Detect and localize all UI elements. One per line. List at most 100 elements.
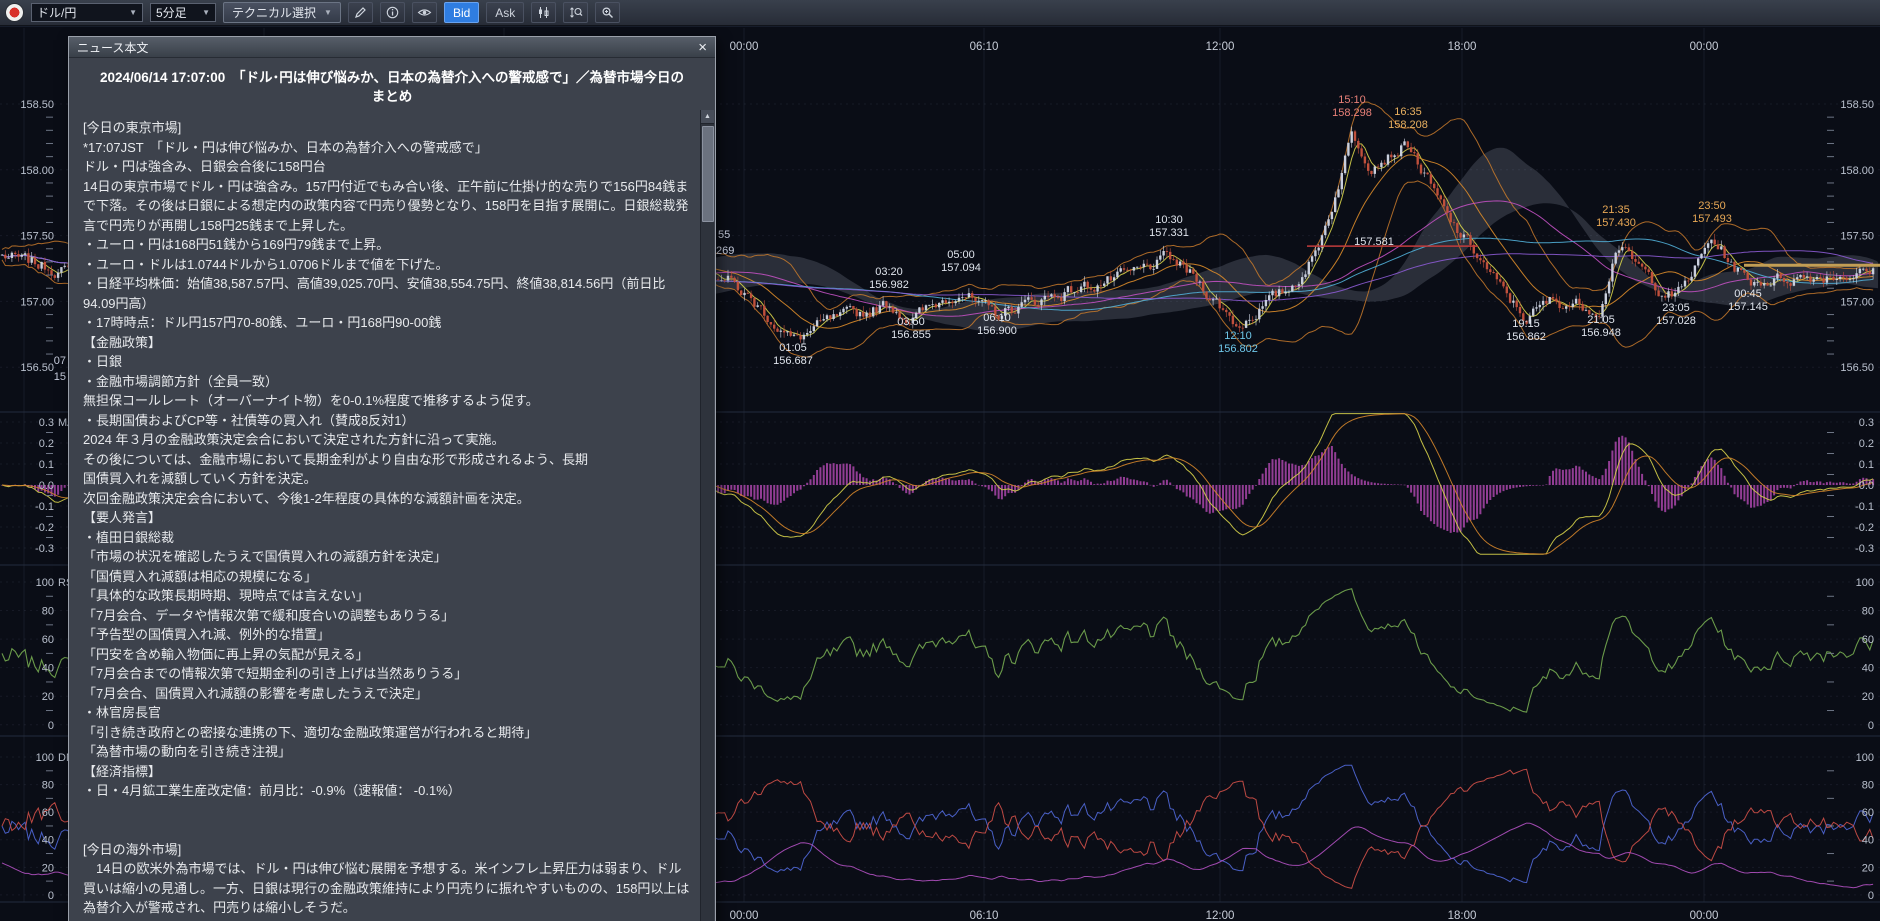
axis-label: 158.50 [1840, 99, 1874, 111]
axis-label: -0.1 [1855, 501, 1874, 513]
chart-annotation-time: 23:05 [1662, 302, 1690, 314]
currency-pair-value: ドル/円 [37, 4, 76, 21]
chart-annotation-time: 01:05 [779, 342, 807, 354]
vertical-zoom-icon [569, 6, 583, 19]
trading-app-window: ドル/円 ▼ 5分足 ▼ テクニカル選択 ▼ Bid Ask [0, 0, 1880, 921]
time-axis-label: 06:10 [970, 910, 999, 921]
chart-annotation-price: 157.581 [1354, 236, 1394, 248]
axis-label: -0.3 [35, 543, 54, 555]
axis-label: 100 [36, 752, 54, 764]
vertical-zoom-button[interactable] [563, 2, 588, 23]
axis-label: 158.00 [1840, 165, 1874, 177]
chart-annotation-price: 156.982 [869, 279, 909, 291]
news-window-title: ニュース本文 [77, 39, 148, 56]
axis-label: 158.00 [20, 165, 54, 177]
info-icon [386, 6, 399, 19]
technical-select-button[interactable]: テクニカル選択 ▼ [223, 2, 341, 23]
axis-label: 40 [42, 835, 54, 847]
axis-label: 0.2 [1859, 438, 1874, 450]
chart-annotation-fragment: 15 [54, 371, 66, 383]
axis-label: -0.2 [1855, 522, 1874, 534]
chevron-down-icon: ▼ [129, 8, 137, 17]
axis-label: 0.3 [39, 417, 54, 429]
candlestick-chart-icon [537, 6, 550, 19]
chart-annotation-price: 157.028 [1656, 315, 1696, 327]
instrument-flag-icon [5, 3, 24, 22]
news-body-text: [今日の東京市場] *17:07JST 「ドル・円は伸び悩みか、日本の為替介入へ… [83, 118, 693, 921]
axis-label: 0.1 [39, 459, 54, 471]
chevron-down-icon: ▼ [202, 8, 210, 17]
magnifier-icon [601, 6, 614, 19]
time-axis-label: 12:00 [1206, 41, 1235, 53]
time-axis-label: 18:00 [1448, 41, 1477, 53]
axis-label: 100 [1856, 577, 1874, 589]
axis-label: 20 [42, 862, 54, 874]
ask-toggle[interactable]: Ask [486, 2, 524, 23]
visibility-button[interactable] [412, 2, 437, 23]
scrollbar-thumb[interactable] [702, 126, 714, 222]
timeframe-select[interactable]: 5分足 ▼ [150, 3, 216, 22]
chart-annotation-price: 156.900 [977, 325, 1017, 337]
chart-annotation-time: 00:45 [1734, 288, 1762, 300]
ask-label: Ask [495, 6, 515, 20]
chevron-down-icon: ▼ [324, 8, 332, 17]
chart-annotation-time: 21:05 [1587, 314, 1615, 326]
chart-annotation-time: 21:35 [1602, 204, 1630, 216]
chart-type-button[interactable] [531, 2, 556, 23]
news-window-titlebar[interactable]: ニュース本文 × [69, 37, 715, 58]
chart-annotation-price: 156.802 [1218, 343, 1258, 355]
axis-label: 100 [36, 577, 54, 589]
bid-label: Bid [453, 6, 470, 20]
chart-annotation-fragment: 55 [718, 229, 730, 241]
chart-annotation-price: 156.687 [773, 355, 813, 367]
time-axis-label: 00:00 [1690, 41, 1719, 53]
axis-label: 40 [1862, 663, 1874, 675]
axis-label: 0 [48, 890, 54, 902]
axis-label: 60 [1862, 807, 1874, 819]
chart-annotation-time: 12:10 [1224, 330, 1252, 342]
axis-label: 20 [42, 691, 54, 703]
chart-annotation-time: 19:15 [1512, 318, 1540, 330]
news-scrollbar[interactable]: ▲ [700, 110, 714, 921]
bid-toggle[interactable]: Bid [444, 2, 479, 23]
eye-icon [417, 6, 432, 19]
chart-annotation-time: 05:00 [947, 249, 975, 261]
axis-label: -0.3 [1855, 543, 1874, 555]
axis-label: 60 [42, 807, 54, 819]
info-button[interactable] [380, 2, 405, 23]
scroll-up-icon[interactable]: ▲ [701, 110, 714, 124]
time-axis-label: 18:00 [1448, 910, 1477, 921]
axis-label: 60 [42, 634, 54, 646]
news-window: ニュース本文 × 2024/06/14 17:07:00 「ドル･円は伸び悩みか… [68, 36, 716, 921]
draw-tool-button[interactable] [348, 2, 373, 23]
zoom-button[interactable] [595, 2, 620, 23]
chart-annotation-time: 03:20 [875, 266, 903, 278]
axis-label: 157.50 [20, 231, 54, 243]
axis-label: 20 [1862, 862, 1874, 874]
chart-annotation-price: 157.493 [1692, 213, 1732, 225]
time-axis-label: 12:00 [1206, 910, 1235, 921]
axis-label: 80 [1862, 606, 1874, 618]
chart-annotation-time: 06:10 [983, 312, 1011, 324]
axis-label: 0 [48, 720, 54, 732]
chart-annotation-time: 03:50 [897, 316, 925, 328]
axis-label: 157.50 [1840, 231, 1874, 243]
axis-label: 80 [42, 780, 54, 792]
axis-label: 157.00 [20, 296, 54, 308]
time-axis-label: 00:00 [730, 910, 759, 921]
axis-label: 40 [1862, 835, 1874, 847]
chart-annotation-price: 157.331 [1149, 227, 1189, 239]
axis-label: 0.0 [1859, 480, 1874, 492]
time-axis-label: 06:10 [970, 41, 999, 53]
close-icon[interactable]: × [698, 40, 707, 55]
axis-label: -0.2 [35, 522, 54, 534]
axis-label: 0.1 [1859, 459, 1874, 471]
axis-label: 100 [1856, 752, 1874, 764]
time-axis-label: 00:00 [1690, 910, 1719, 921]
chart-annotation-time: 23:50 [1698, 200, 1726, 212]
chart-annotation-price: 156.862 [1506, 331, 1546, 343]
currency-pair-select[interactable]: ドル/円 ▼ [31, 3, 143, 22]
axis-label: 156.50 [20, 362, 54, 374]
axis-label: 80 [1862, 780, 1874, 792]
news-headline: 2024/06/14 17:07:00 「ドル･円は伸び悩みか、日本の為替介入へ… [69, 58, 715, 110]
